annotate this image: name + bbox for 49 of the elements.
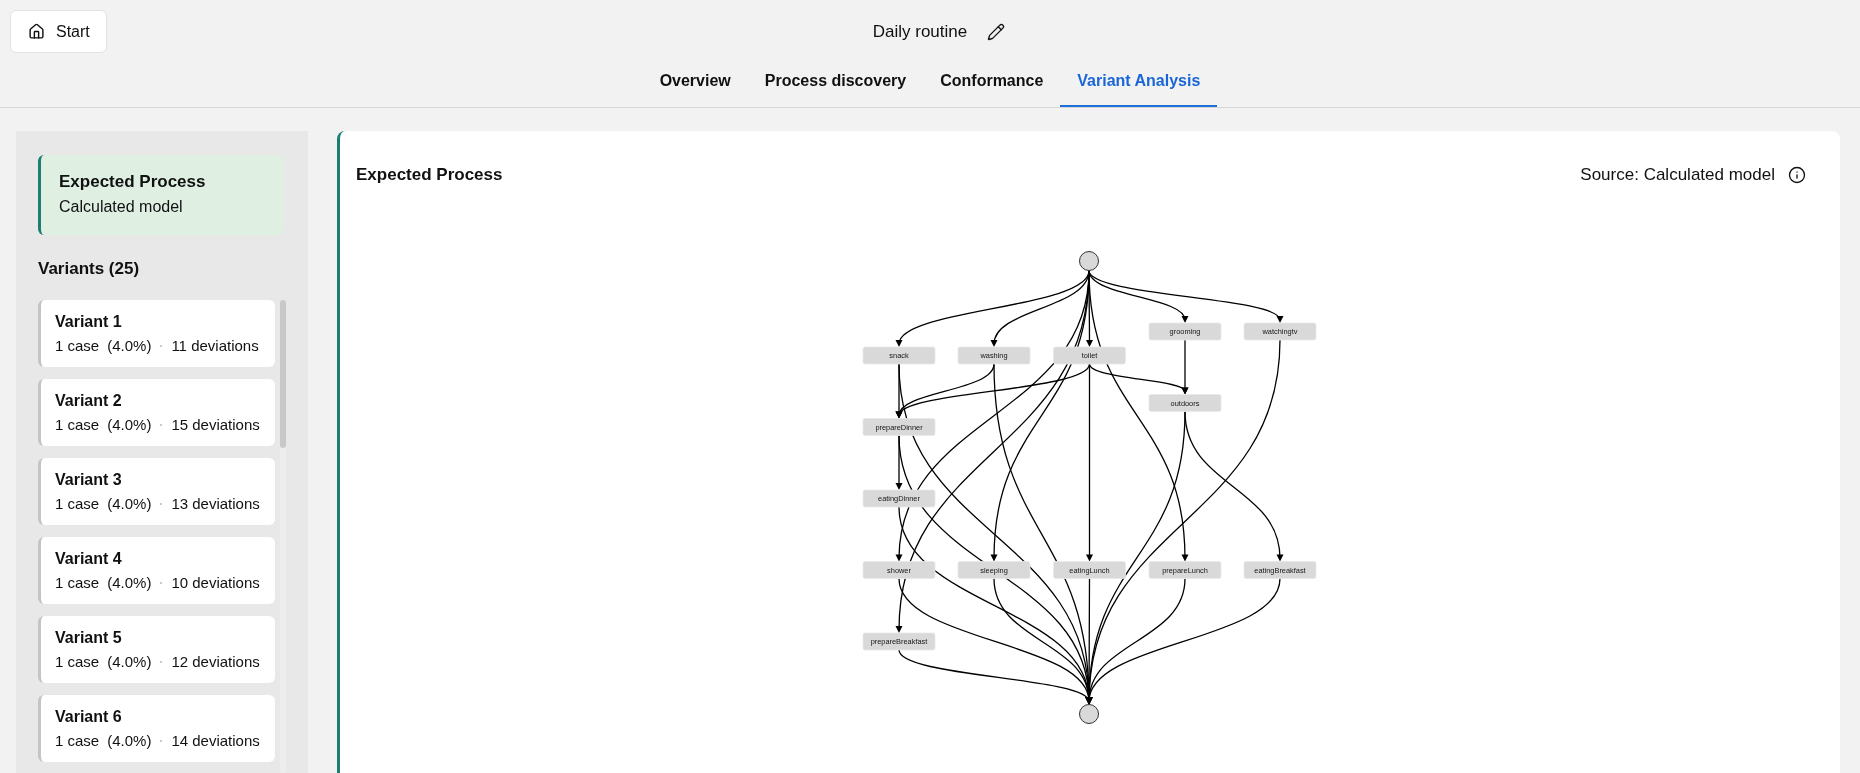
variant-card[interactable]: Variant 4 1 case (4.0%) 10 deviations	[38, 537, 275, 604]
panel-title: Expected Process	[356, 165, 503, 185]
source-label: Source: Calculated model	[1580, 165, 1775, 185]
variant-card[interactable]: Variant 6 1 case (4.0%) 14 deviations	[38, 695, 275, 762]
deviation-count: 15 deviations	[171, 415, 260, 435]
tab[interactable]: Overview	[642, 57, 748, 107]
page-title: Daily routine	[872, 21, 968, 42]
case-share: (4.0%)	[107, 415, 152, 435]
case-share: (4.0%)	[107, 336, 152, 356]
scrollbar-track[interactable]	[280, 300, 286, 773]
variant-card[interactable]: Variant 3 1 case (4.0%) 13 deviations	[38, 458, 275, 525]
card-title: Expected Process	[59, 172, 207, 192]
tab[interactable]: Process discovery	[747, 57, 924, 107]
case-count: 1 case	[55, 573, 100, 593]
deviation-count: 10 deviations	[171, 573, 260, 593]
case-share: (4.0%)	[107, 652, 152, 672]
card-subtitle: Calculated model	[59, 197, 184, 217]
deviation-count: 11 deviations	[171, 336, 259, 356]
house-icon	[28, 23, 45, 40]
variant-title: Variant 5	[55, 628, 123, 648]
case-share: (4.0%)	[107, 731, 152, 751]
end-node	[1079, 704, 1099, 724]
case-count: 1 case	[55, 336, 100, 356]
case-share: (4.0%)	[107, 494, 152, 514]
section-heading: Variants (25)	[38, 259, 141, 279]
start-button[interactable]: Start	[10, 10, 107, 53]
variant-card[interactable]: Variant 1 1 case (4.0%) 11 deviations	[38, 300, 275, 367]
scrollbar-thumb[interactable]	[280, 300, 286, 448]
info-icon[interactable]	[1788, 166, 1806, 184]
variant-card[interactable]: Variant 2 1 case (4.0%) 15 deviations	[38, 379, 275, 446]
variant-title: Variant 3	[55, 470, 123, 490]
variant-title: Variant 6	[55, 707, 123, 727]
tab[interactable]: Conformance	[923, 57, 1061, 107]
case-count: 1 case	[55, 494, 100, 514]
variant-card[interactable]: Variant 5 1 case (4.0%) 12 deviations	[38, 616, 275, 683]
pencil-icon[interactable]	[987, 22, 1006, 41]
deviation-count: 12 deviations	[171, 652, 260, 672]
deviation-count: 13 deviations	[171, 494, 260, 514]
expected-process-card[interactable]: Expected Process Calculated model	[38, 155, 284, 235]
start-node	[1079, 251, 1099, 271]
case-share: (4.0%)	[107, 573, 152, 593]
variant-title: Variant 1	[55, 312, 123, 332]
variant-title: Variant 2	[55, 391, 123, 411]
case-count: 1 case	[55, 415, 100, 435]
tab[interactable]: Variant Analysis	[1060, 57, 1218, 107]
deviation-count: 14 deviations	[171, 731, 260, 751]
case-count: 1 case	[55, 652, 100, 672]
case-count: 1 case	[55, 731, 100, 751]
variant-title: Variant 4	[55, 549, 123, 569]
